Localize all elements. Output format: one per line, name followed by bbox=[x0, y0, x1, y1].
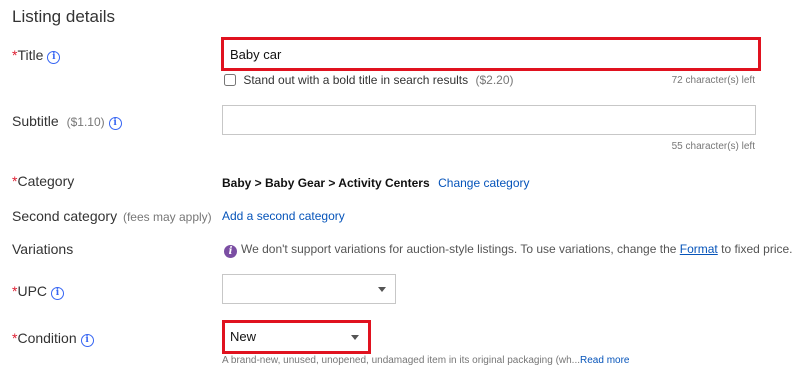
change-category-link[interactable]: Change category bbox=[438, 176, 529, 190]
info-icon[interactable]: i bbox=[51, 287, 65, 300]
title-chars-left: 72 character(s) left bbox=[671, 75, 755, 86]
add-second-category-link[interactable]: Add a second category bbox=[222, 209, 345, 223]
subtitle-input[interactable] bbox=[222, 105, 756, 135]
bold-title-label: Stand out with a bold title in search re… bbox=[243, 73, 469, 87]
second-category-note: (fees may apply) bbox=[122, 210, 212, 224]
bold-title-option: Stand out with a bold title in search re… bbox=[222, 73, 514, 87]
condition-select[interactable]: New bbox=[225, 323, 368, 351]
variations-message-prefix: We don't support variations for auction-… bbox=[241, 242, 677, 256]
info-icon[interactable]: i bbox=[80, 334, 94, 347]
subtitle-chars-left: 55 character(s) left bbox=[671, 141, 755, 152]
second-category-label-group: Second category (fees may apply) bbox=[12, 208, 212, 224]
title-highlight bbox=[221, 37, 761, 71]
condition-label-group: *Condition i bbox=[12, 330, 94, 347]
condition-label: Condition bbox=[17, 330, 77, 346]
read-more-link[interactable]: Read more bbox=[580, 355, 629, 366]
info-filled-icon: i bbox=[224, 245, 237, 258]
section-heading: Listing details bbox=[12, 7, 116, 26]
title-label: Title bbox=[17, 47, 44, 63]
variations-message: i We don't support variations for auction… bbox=[224, 242, 793, 258]
category-label: Category bbox=[17, 173, 75, 189]
condition-description-group: A brand-new, unused, unopened, undamaged… bbox=[222, 355, 629, 366]
subtitle-price: ($1.10) bbox=[66, 115, 105, 129]
info-icon[interactable]: i bbox=[47, 51, 61, 64]
format-link[interactable]: Format bbox=[680, 242, 718, 256]
chevron-down-icon bbox=[378, 287, 386, 292]
category-path: Baby > Baby Gear > Activity Centers bbox=[222, 176, 430, 190]
condition-highlight: New bbox=[222, 320, 371, 354]
variations-label: Variations bbox=[12, 241, 74, 257]
condition-value: New bbox=[230, 329, 257, 344]
chevron-down-icon bbox=[351, 335, 359, 340]
condition-description: A brand-new, unused, unopened, undamaged… bbox=[222, 355, 581, 366]
title-input[interactable] bbox=[224, 40, 758, 68]
upc-label: UPC bbox=[17, 283, 48, 299]
upc-label-group: *UPC i bbox=[12, 283, 65, 300]
variations-message-suffix: to fixed price. bbox=[721, 242, 793, 256]
info-icon[interactable]: i bbox=[108, 117, 122, 130]
second-category-label: Second category bbox=[12, 208, 118, 224]
title-label-group: *Title i bbox=[12, 47, 61, 64]
subtitle-label: Subtitle bbox=[12, 113, 59, 129]
category-label-group: *Category bbox=[12, 173, 74, 189]
subtitle-label-group: Subtitle ($1.10) i bbox=[12, 113, 122, 130]
upc-select[interactable] bbox=[222, 274, 396, 304]
bold-title-checkbox[interactable] bbox=[224, 74, 236, 86]
category-value: Baby > Baby Gear > Activity Centers Chan… bbox=[222, 174, 530, 192]
bold-title-price: ($2.20) bbox=[475, 73, 514, 87]
